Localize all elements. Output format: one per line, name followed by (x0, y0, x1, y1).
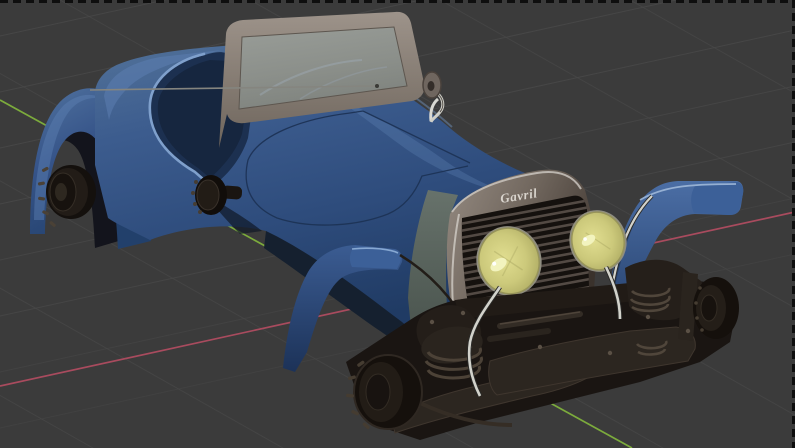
3d-viewport[interactable]: Gavril (0, 0, 795, 448)
viewport-canvas[interactable]: Gavril (0, 0, 795, 448)
front-right-wheel-hub (693, 277, 739, 339)
